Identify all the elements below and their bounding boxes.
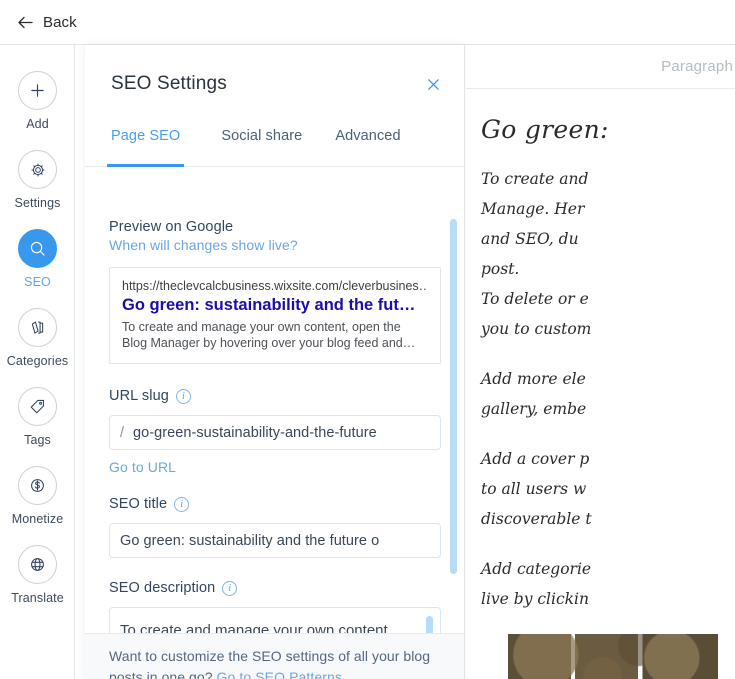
seo-description-header: SEO description i [109,580,441,596]
back-label: Back [43,13,77,31]
seo-title-label: SEO title [109,496,168,512]
sidebar-item-label: Tags [24,433,51,447]
post-image[interactable] [508,634,718,679]
sidebar-item-seo[interactable]: SEO [0,229,75,289]
preview-url: https://theclevcalcbusiness.wixsite.com/… [122,279,428,293]
url-slug-input[interactable]: / go-green-sustainability-and-the-future [109,415,441,450]
sidebar-item-label: Settings [14,196,61,210]
post-line: and SEO, du [481,230,579,248]
left-sidebar: Add Settings SEO Categories Tags Monetiz… [0,45,75,679]
preview-title: Go green: sustainability and the fut… [122,296,416,314]
blog-post-document[interactable]: Go green: To create and Manage. Her and … [466,89,735,679]
tag-icon [18,387,57,426]
panel-tabs: Page SEO Social share Advanced [85,128,464,167]
gear-icon [18,150,57,189]
post-line: post. [481,260,520,278]
post-paragraph: Add more ele gallery, embe [481,364,735,424]
post-paragraph: To create and Manage. Her and SEO, du po… [481,164,735,344]
globe-icon [18,545,57,584]
search-icon [18,229,57,268]
post-title: Go green: [481,115,609,144]
post-line: To delete or e [481,290,589,308]
paragraph-style-selector[interactable]: Paragraph [661,58,733,75]
sidebar-item-label: SEO [24,275,51,289]
post-paragraph: Add categorie live by clickin [481,554,735,614]
arrow-left-icon [17,14,34,31]
google-preview-card: https://theclevcalcbusiness.wixsite.com/… [109,267,441,364]
preview-heading: Preview on Google [109,219,234,235]
panel-scrollbar[interactable] [450,219,457,574]
sidebar-item-label: Translate [11,591,64,605]
editor-content-area: Paragraph Go green: To create and Manage… [466,45,735,679]
sidebar-item-add[interactable]: Add [0,71,75,131]
post-line: to all users w [481,480,587,498]
cards-icon [18,308,57,347]
dollar-icon [18,466,57,505]
seo-title-value: Go green: sustainability and the future … [120,532,380,549]
post-line: live by clickin [481,590,589,608]
panel-title: SEO Settings [111,73,227,94]
seo-title-input[interactable]: Go green: sustainability and the future … [109,523,441,558]
go-to-url-link[interactable]: Go to URL [109,459,176,475]
url-slug-value: go-green-sustainability-and-the-future [133,424,377,441]
url-slug-section: URL slug i / go-green-sustainability-and… [85,364,464,477]
plus-icon [18,71,57,110]
back-button[interactable]: Back [17,14,77,31]
seo-description-label: SEO description [109,580,216,596]
post-line: you to custom [481,320,592,338]
preview-on-google-section: Preview on Google When will changes show… [85,168,464,364]
close-icon[interactable] [420,71,446,97]
seo-settings-panel: SEO Settings Page SEO Social share Advan… [85,45,465,679]
post-line: To create and [481,170,589,188]
panel-footer: Want to customize the SEO settings of al… [85,633,464,679]
sidebar-item-label: Categories [6,354,69,368]
top-bar: Back [0,0,735,44]
url-slug-header: URL slug i [109,388,441,404]
info-icon[interactable]: i [174,496,190,512]
sidebar-item-categories[interactable]: Categories [0,308,75,368]
sidebar-item-tags[interactable]: Tags [0,387,75,447]
info-icon[interactable]: i [175,388,191,404]
editor-toolbar: Paragraph [466,45,735,89]
post-paragraph: Add a cover p to all users w discoverabl… [481,444,735,534]
info-icon[interactable]: i [222,580,238,596]
sidebar-item-label: Add [26,117,49,131]
tab-page-seo[interactable]: Page SEO [106,128,185,167]
sidebar-item-settings[interactable]: Settings [0,150,75,210]
post-line: gallery, embe [481,400,587,418]
tab-advanced[interactable]: Advanced [335,128,400,166]
post-line: Manage. Her [481,200,585,218]
when-changes-show-live-link[interactable]: When will changes show live? [109,237,298,253]
seo-title-header: SEO title i [109,496,441,512]
post-line: Add a cover p [481,450,590,468]
post-line: discoverable t [481,510,592,528]
sidebar-item-monetize[interactable]: Monetize [0,466,75,526]
post-line: Add categorie [481,560,592,578]
tab-social-share[interactable]: Social share [221,128,302,166]
panel-scroll-body: Preview on Google When will changes show… [85,168,464,679]
seo-title-section: SEO title i Go green: sustainability and… [85,477,464,558]
url-slug-label: URL slug [109,388,169,404]
preview-description: To create and manage your own content, o… [122,320,416,350]
sidebar-item-translate[interactable]: Translate [0,545,75,605]
sidebar-item-label: Monetize [11,512,64,526]
url-slug-prefix: / [120,424,125,441]
footer-note: Want to customize the SEO settings of al… [109,646,441,679]
go-to-seo-patterns-link[interactable]: Go to SEO Patterns [217,667,343,679]
post-line: Add more ele [481,370,586,388]
